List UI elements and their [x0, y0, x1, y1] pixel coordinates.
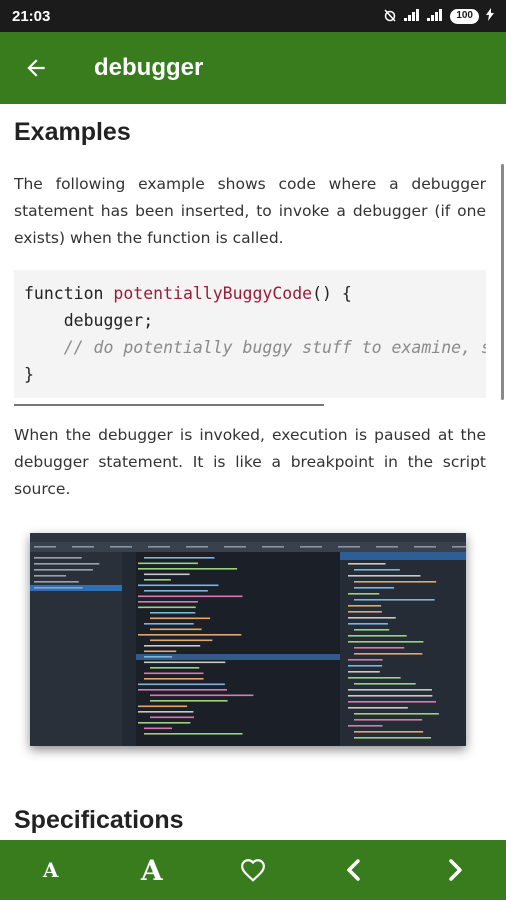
code-line-4: }	[24, 365, 34, 384]
status-time: 21:03	[12, 7, 51, 25]
previous-page-button[interactable]	[324, 840, 384, 900]
debugger-paragraph: When the debugger is invoked, execution …	[14, 426, 486, 498]
code-line-1: function potentiallyBuggyCode() {	[24, 284, 352, 303]
next-page-button[interactable]	[425, 840, 485, 900]
article-content[interactable]: Examples The following example shows cod…	[0, 104, 506, 840]
next-chevron-icon	[449, 859, 463, 881]
signal-icon	[404, 8, 420, 24]
alarm-off-icon	[383, 8, 397, 25]
specifications-heading: Specifications	[14, 806, 184, 834]
battery-icon: 100	[450, 8, 479, 24]
debugger-screenshot-image	[30, 533, 466, 746]
page-title: debugger	[94, 54, 204, 81]
charging-icon	[486, 8, 494, 24]
back-button[interactable]	[0, 32, 72, 104]
examples-heading: Examples	[14, 118, 131, 146]
examples-paragraph: The following example shows code where a…	[14, 175, 486, 247]
increase-font-button[interactable]: A	[122, 840, 182, 900]
status-icons: 100	[383, 8, 494, 25]
favorite-heart-icon	[241, 859, 265, 882]
previous-chevron-icon	[347, 859, 360, 881]
wifi-icon	[427, 8, 443, 24]
favorite-button[interactable]	[223, 840, 283, 900]
code-line-3: // do potentially buggy stuff to examine…	[63, 338, 486, 357]
decrease-font-button[interactable]: A	[21, 840, 81, 900]
scrollbar[interactable]	[501, 164, 504, 400]
code-block: function potentiallyBuggyCode() { debugg…	[14, 270, 486, 398]
app-bar: debugger	[0, 32, 506, 104]
code-function-name: potentiallyBuggyCode	[113, 284, 313, 303]
status-bar: 21:03 100	[0, 0, 506, 32]
code-line-2: debugger;	[24, 311, 154, 330]
code-scroll-indicator	[14, 404, 324, 406]
back-arrow-icon	[27, 59, 45, 77]
bottom-toolbar: A A	[0, 840, 506, 900]
